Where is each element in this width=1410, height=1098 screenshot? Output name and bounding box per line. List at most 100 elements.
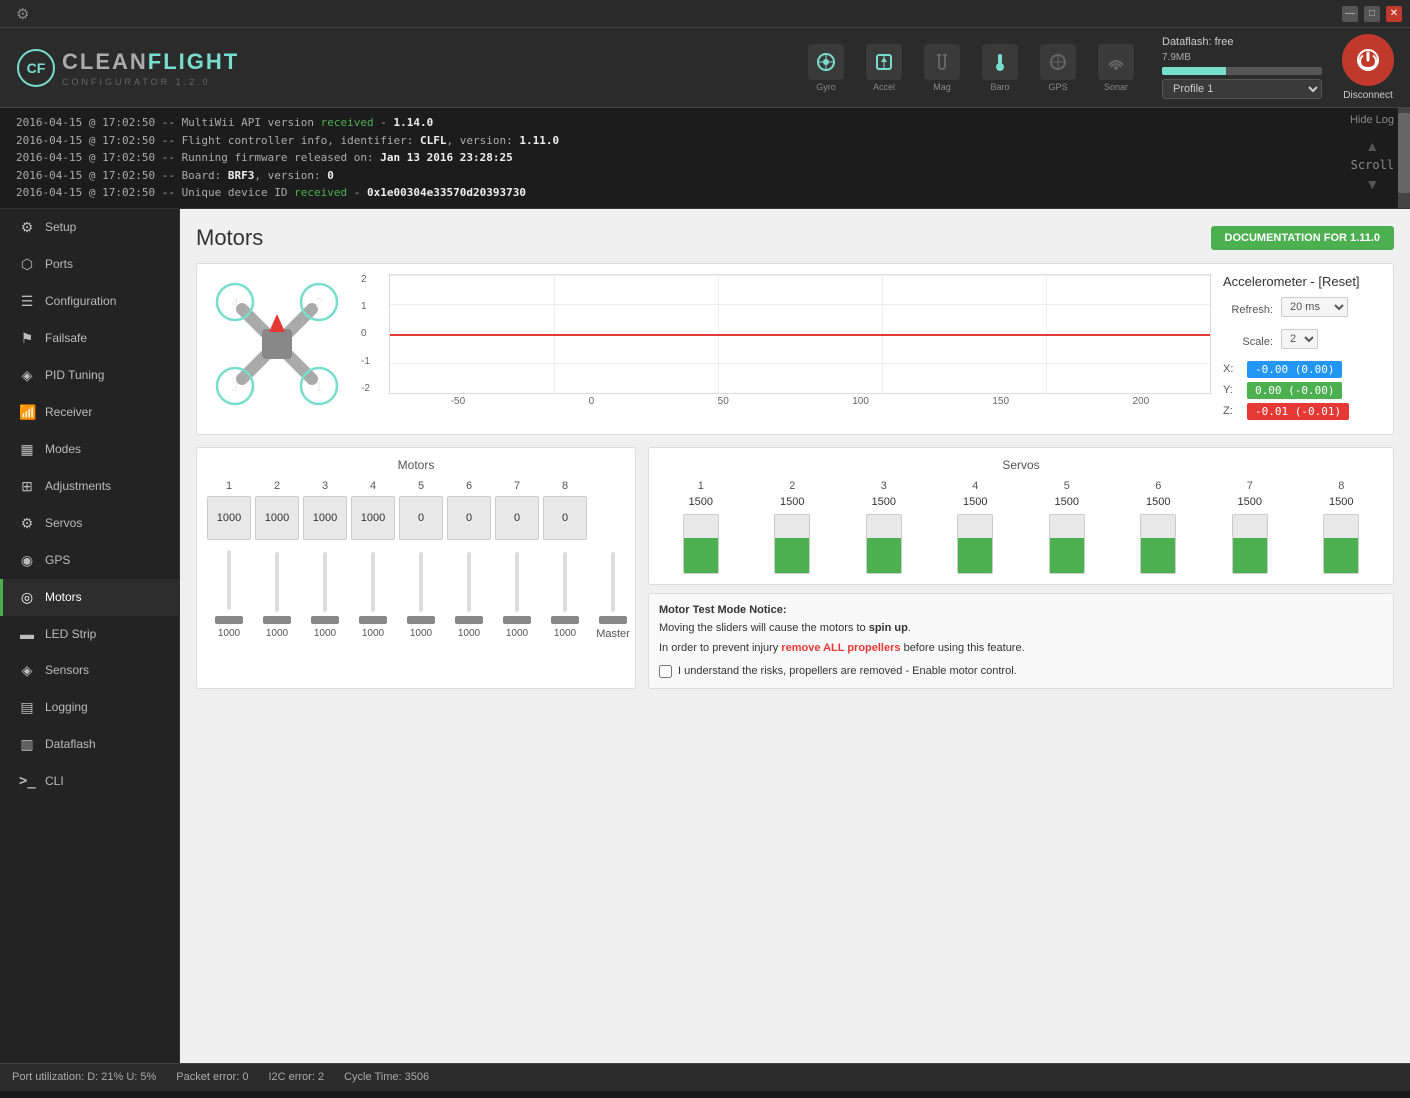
content-area: Motors DOCUMENTATION FOR 1.11.0 4 [180,209,1410,1063]
scale-select[interactable]: 2 4 8 [1281,329,1318,349]
setup-icon: ⚙ [19,219,35,236]
minimize-button[interactable]: — [1342,6,1358,22]
sidebar-item-ports[interactable]: ⬡ Ports [0,246,179,283]
logo-flight-text: FLIGHT [148,49,239,75]
y-label-neg2: -2 [361,383,370,394]
sidebar-item-motors[interactable]: ◎ Motors [0,579,179,616]
motors-columns: 1 1000 1000 2 1000 [207,480,625,640]
svg-text:3: 3 [231,379,238,394]
sidebar-item-dataflash[interactable]: ▥ Dataflash [0,726,179,763]
sidebar-item-failsafe[interactable]: ⚑ Failsafe [0,320,179,357]
maximize-button[interactable]: □ [1364,6,1380,22]
servo-label-1: 1 [698,480,704,492]
motor-slider-2[interactable] [263,616,291,624]
motor-slider-4[interactable] [359,616,387,624]
z-value: -0.01 (-0.01) [1247,403,1349,420]
logo-clean-text: CLEAN [62,49,148,75]
refresh-select[interactable]: 20 ms 50 ms 100 ms [1281,297,1348,317]
sidebar-item-modes[interactable]: ▦ Modes [0,431,179,468]
servo-value-2: 1500 [780,496,804,508]
sidebar-label-configuration: Configuration [45,294,116,308]
x-value: -0.00 (0.00) [1247,361,1342,378]
servo-col-2: 2 1500 [751,480,835,574]
disconnect-button[interactable]: Disconnect [1342,34,1394,101]
close-button[interactable]: ✕ [1386,6,1402,22]
servo-col-3: 3 1500 [842,480,926,574]
sidebar-item-adjustments[interactable]: ⊞ Adjustments [0,468,179,505]
accel-x-row: X: -0.00 (0.00) [1223,361,1383,378]
sidebar-item-pid-tuning[interactable]: ◈ PID Tuning [0,357,179,394]
servo-label-8: 8 [1338,480,1344,492]
sidebar-item-led-strip[interactable]: ▬ LED Strip [0,616,179,652]
motor-col-3: 3 1000 1000 [303,480,347,639]
servo-value-6: 1500 [1146,496,1170,508]
sensor-group: Gyro Accel Mag Baro GPS [800,44,1142,92]
sidebar-item-logging[interactable]: ▤ Logging [0,689,179,726]
sidebar-label-ports: Ports [45,257,73,271]
sidebar-item-setup[interactable]: ⚙ Setup [0,209,179,246]
motor-display-2: 1000 [255,496,299,540]
servo-label-2: 2 [789,480,795,492]
documentation-button[interactable]: DOCUMENTATION FOR 1.11.0 [1211,226,1394,250]
motor-slider-master[interactable] [599,616,627,624]
motor-label-4: 4 [370,480,376,492]
gear-icon[interactable]: ⚙ [16,5,29,23]
disconnect-icon [1342,34,1394,86]
notice-checkbox-row: I understand the risks, propellers are r… [659,665,1383,678]
enable-motor-checkbox[interactable] [659,665,672,678]
chart-zero-line [390,334,1210,336]
sidebar-item-sensors[interactable]: ◈ Sensors [0,652,179,689]
log-line-2: 2016-04-15 @ 17:02:50 -- Flight controll… [16,132,1394,150]
servo-bar-3 [867,538,901,573]
cli-icon: >_ [19,773,35,789]
x-label-50: 50 [718,396,729,407]
servo-label-4: 4 [972,480,978,492]
accel-y-row: Y: 0.00 (-0.00) [1223,382,1383,399]
motor-slider-8[interactable] [551,616,579,624]
servo-bar-3-container [866,514,902,574]
motor-value-4: 1000 [362,628,384,639]
hide-log-button[interactable]: Hide Log [1350,114,1394,126]
motor-display-7: 0 [495,496,539,540]
motor-slider-1[interactable] [215,616,243,624]
servo-bar-1 [684,538,718,573]
sidebar-label-failsafe: Failsafe [45,331,87,345]
sidebar-item-receiver[interactable]: 📶 Receiver [0,394,179,431]
servo-bar-2-container [774,514,810,574]
motor-slider-3[interactable] [311,616,339,624]
motor-slider-7[interactable] [503,616,531,624]
servo-col-1: 1 1500 [659,480,743,574]
sidebar-item-servos[interactable]: ⚙ Servos [0,505,179,542]
motor-slider-master-container [599,544,627,624]
motor-track-6 [467,552,471,612]
accel-label: Accel [873,82,895,92]
log-line-4: 2016-04-15 @ 17:02:50 -- Board: BRF3, ve… [16,167,1394,185]
servo-value-5: 1500 [1055,496,1079,508]
motor-slider-6[interactable] [455,616,483,624]
accel-title: Accelerometer - [Reset] [1223,274,1383,289]
scroll-down-arrow[interactable]: ▼ [1351,176,1394,192]
motor-slider-4-container [359,544,387,624]
sidebar-item-gps[interactable]: ◉ GPS [0,542,179,579]
x-axis-label: X: [1223,363,1239,375]
motor-slider-5-container [407,544,435,624]
sidebar-item-configuration[interactable]: ☰ Configuration [0,283,179,320]
motor-slider-5[interactable] [407,616,435,624]
log-scrollbar[interactable] [1398,108,1410,208]
y-label-0: 0 [361,328,370,339]
servo-label-7: 7 [1247,480,1253,492]
failsafe-icon: ⚑ [19,330,35,347]
chart-grid [390,275,1210,393]
sidebar-item-cli[interactable]: >_ CLI [0,763,179,799]
z-axis-label: Z: [1223,405,1239,417]
log-line-1: 2016-04-15 @ 17:02:50 -- MultiWii API ve… [16,114,1394,132]
y-label-2: 2 [361,274,370,285]
servos-panel: Servos 1 1500 2 1500 [648,447,1394,585]
scroll-up-arrow[interactable]: ▲ [1351,138,1394,154]
servo-label-5: 5 [1064,480,1070,492]
profile-select[interactable]: Profile 1 Profile 2 Profile 3 [1162,79,1322,99]
servo-col-5: 5 1500 [1025,480,1109,574]
ports-icon: ⬡ [19,256,35,273]
pid-icon: ◈ [19,367,35,384]
servo-bar-7-container [1232,514,1268,574]
